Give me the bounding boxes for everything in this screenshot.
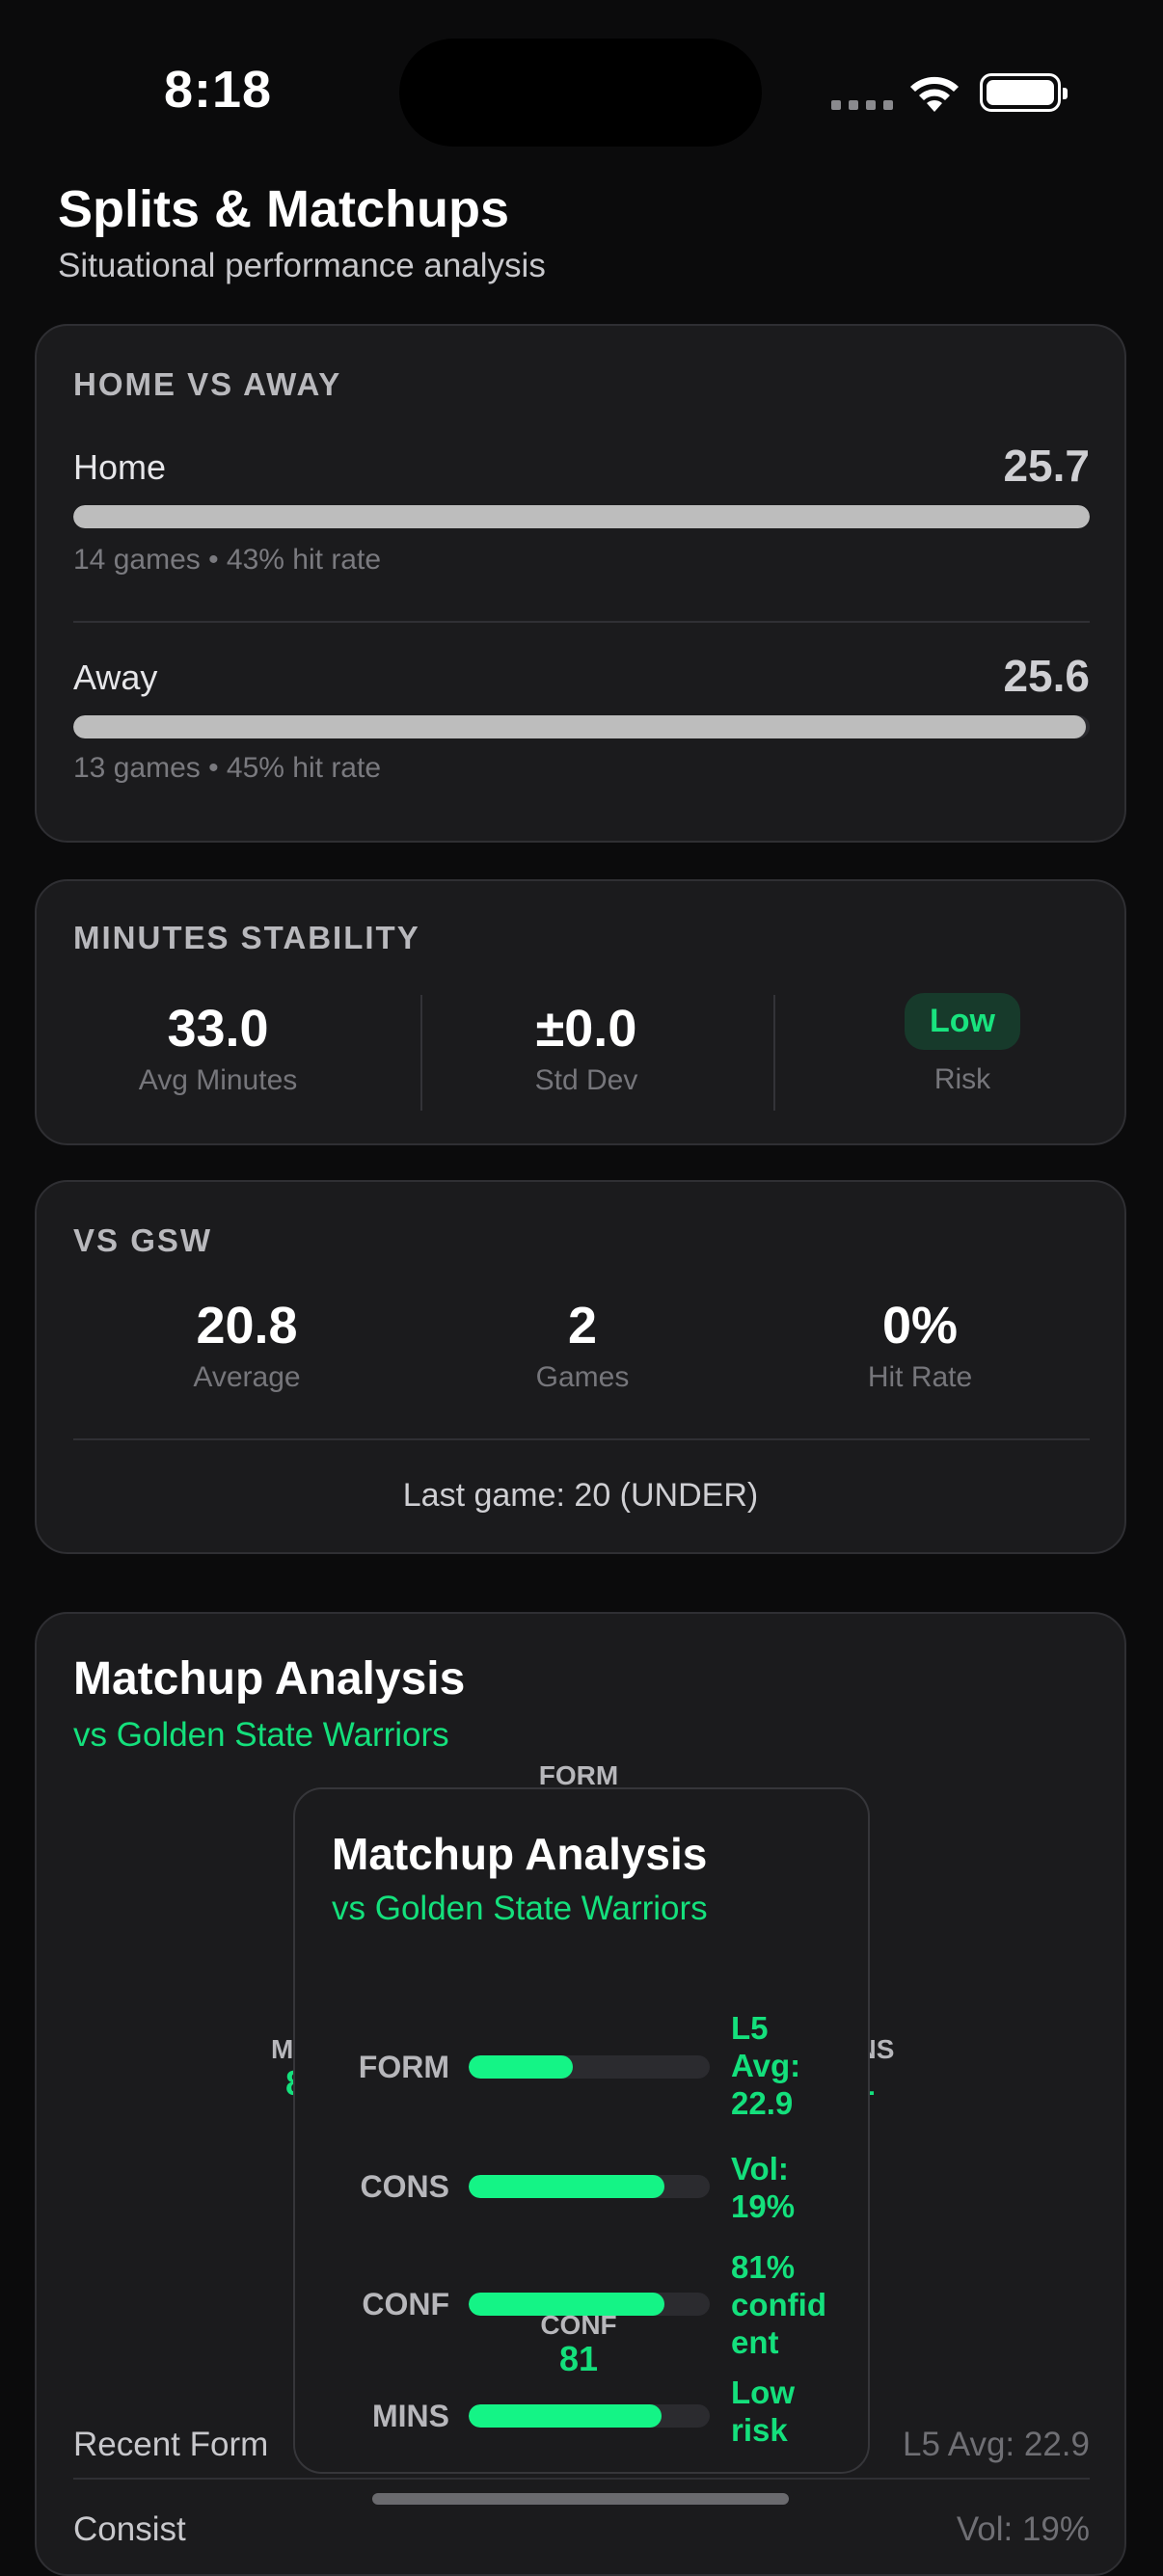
cellular-signal-icon	[831, 100, 893, 110]
avg-minutes-value: 33.0	[167, 1000, 269, 1058]
home-bar	[73, 505, 1090, 528]
std-dev-value: ±0.0	[535, 1000, 637, 1058]
overlay-subtitle: vs Golden State Warriors	[332, 1890, 708, 1927]
recent-form-value: L5 Avg: 22.9	[903, 2426, 1090, 2463]
metric-bar-fill	[469, 2175, 664, 2198]
divider	[73, 1438, 1090, 1440]
vs-average-value: 20.8	[196, 1297, 298, 1355]
wifi-icon	[910, 76, 959, 112]
note-line: ent	[731, 2324, 779, 2360]
home-label: Home	[73, 447, 167, 487]
last-game-text: Last game: 20 (UNDER)	[402, 1477, 759, 1514]
dynamic-island	[399, 39, 762, 147]
metric-note: 81% confid ent	[731, 2248, 856, 2361]
note-line: L5	[731, 2010, 769, 2046]
std-dev-label: Std Dev	[534, 1064, 638, 1096]
away-meta: 13 games • 45% hit rate	[73, 752, 382, 784]
metric-bar	[469, 2175, 710, 2198]
away-bar	[73, 715, 1090, 738]
metric-label: CONS	[360, 2169, 449, 2204]
home-value: 25.7	[1003, 441, 1090, 491]
avg-minutes-stat: 33.0 Avg Minutes	[73, 999, 363, 1097]
vs-games-label: Games	[535, 1361, 630, 1393]
vs-average-stat: 20.8 Average	[102, 1296, 392, 1394]
note-line: Vol:	[731, 2151, 789, 2187]
card-heading: HOME VS AWAY	[73, 366, 342, 402]
overlay-title: Matchup Analysis	[332, 1829, 708, 1879]
std-dev-stat: ±0.0 Std Dev	[442, 999, 731, 1097]
card-heading: MINUTES STABILITY	[73, 920, 420, 955]
vs-team-card: VS GSW 20.8 Average 2 Games 0% Hit Rate …	[35, 1180, 1126, 1554]
risk-badge: Low	[905, 993, 1020, 1050]
home-away-card: HOME VS AWAY Home 25.7 14 games • 43% hi…	[35, 324, 1126, 843]
away-value: 25.6	[1003, 651, 1090, 701]
note-line: 81%	[731, 2249, 796, 2285]
consistency-label: Consist	[73, 2510, 186, 2548]
metric-bar	[469, 2055, 710, 2079]
consistency-value: Vol: 19%	[956, 2510, 1090, 2548]
avg-minutes-label: Avg Minutes	[138, 1064, 298, 1096]
note-line: 22.9	[731, 2085, 794, 2121]
note-line: risk	[731, 2412, 788, 2448]
divider	[73, 2478, 1090, 2480]
metric-label: FORM	[358, 2050, 449, 2084]
separator	[420, 995, 422, 1111]
home-meta: 14 games • 43% hit rate	[73, 544, 382, 576]
home-bar-fill	[73, 505, 1090, 528]
note-line: 19%	[731, 2188, 796, 2224]
status-time: 8:18	[164, 61, 273, 119]
metric-bar-fill	[469, 2055, 573, 2079]
vs-games-stat: 2 Games	[438, 1296, 727, 1394]
radar-label-name: CONF	[540, 2310, 617, 2340]
metric-label: MINS	[372, 2399, 449, 2433]
matchup-title: Matchup Analysis	[73, 1653, 466, 1704]
separator	[773, 995, 775, 1111]
vs-hit-rate-value: 0%	[881, 1297, 959, 1355]
vs-games-value: 2	[567, 1297, 598, 1355]
page-subtitle: Situational performance analysis	[58, 247, 546, 284]
divider	[73, 621, 1090, 623]
away-label: Away	[73, 657, 158, 697]
battery-icon	[980, 73, 1068, 112]
matchup-subtitle: vs Golden State Warriors	[73, 1716, 449, 1754]
away-bar-fill	[73, 715, 1086, 738]
metric-note: Low risk	[731, 2374, 856, 2449]
note-line: Avg:	[731, 2048, 801, 2083]
card-heading: VS GSW	[73, 1222, 213, 1258]
minutes-stability-card: MINUTES STABILITY 33.0 Avg Minutes ±0.0 …	[35, 879, 1126, 1145]
vs-average-label: Average	[193, 1361, 301, 1393]
metric-note: Vol: 19%	[731, 2150, 856, 2225]
vs-hit-rate-label: Hit Rate	[867, 1361, 973, 1393]
radar-label-score: 81	[558, 2339, 599, 2378]
home-indicator[interactable]	[372, 2493, 789, 2505]
risk-stat: Low Risk	[818, 993, 1107, 1096]
note-line: Low	[731, 2375, 795, 2410]
page-title: Splits & Matchups	[58, 180, 510, 238]
vs-hit-rate-stat: 0% Hit Rate	[775, 1296, 1065, 1394]
metric-note: L5 Avg: 22.9	[731, 2009, 856, 2122]
recent-form-label: Recent Form	[73, 2426, 269, 2463]
risk-label: Risk	[933, 1063, 991, 1095]
metric-bar	[469, 2404, 710, 2428]
note-line: confid	[731, 2287, 826, 2322]
metric-bar-fill	[469, 2404, 662, 2428]
metric-label: CONF	[362, 2287, 449, 2321]
radar-label-conf: CONF 81	[501, 2310, 656, 2379]
